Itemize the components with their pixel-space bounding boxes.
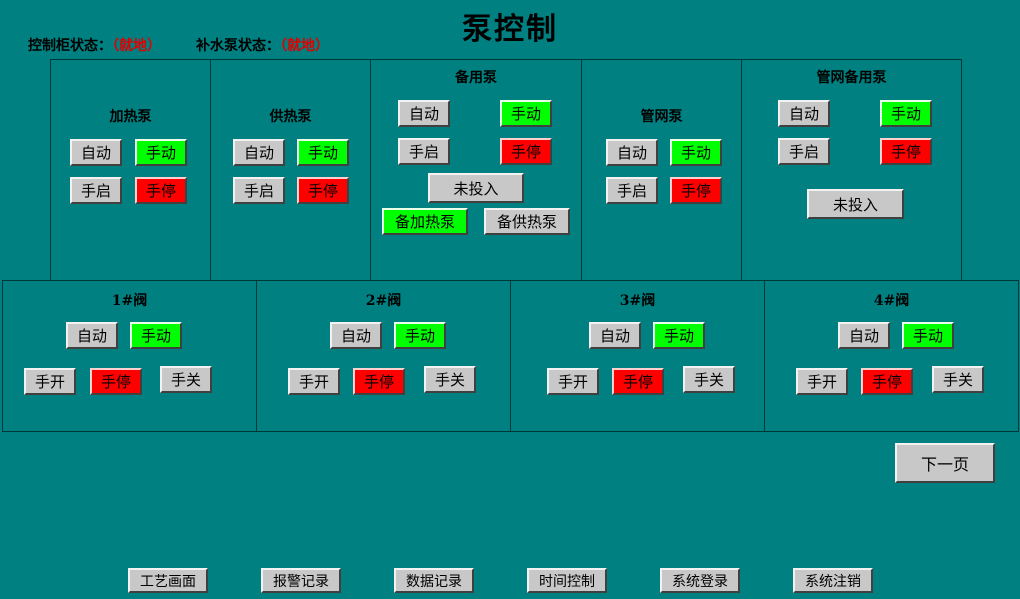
nav-process-screen-button[interactable]: 工艺画面 <box>128 568 208 593</box>
valve-3-auto-button[interactable]: 自动 <box>589 322 641 349</box>
nav-time-control-button[interactable]: 时间控制 <box>527 568 607 593</box>
valve-3-title: 3#阀 <box>619 293 656 309</box>
heating-manual-stop-button[interactable]: 手停 <box>135 177 187 204</box>
backup-manual-start-button[interactable]: 手启 <box>398 138 450 165</box>
supply-pump-title: 供热泵 <box>269 109 312 125</box>
backup-manual-button[interactable]: 手动 <box>500 100 552 127</box>
network-pump-panel: 管网泵 自动 手动 手启 手停 <box>581 59 742 281</box>
cabinet-status-value: （就地） <box>112 38 161 54</box>
heating-auto-button[interactable]: 自动 <box>70 139 122 166</box>
nav-system-login-button[interactable]: 系统登录 <box>660 568 740 593</box>
supply-manual-button[interactable]: 手动 <box>297 139 349 166</box>
valve-2-manual-button[interactable]: 手动 <box>394 322 446 349</box>
next-page-button[interactable]: 下一页 <box>895 443 995 483</box>
valve-2-manual-close-button[interactable]: 手关 <box>424 366 476 393</box>
valve-2-panel: 2#阀 自动 手动 手开 手停 手关 <box>256 280 511 432</box>
valve-1-manual-stop-button[interactable]: 手停 <box>90 368 142 395</box>
valve-3-manual-stop-button[interactable]: 手停 <box>612 368 664 395</box>
valve-4-manual-stop-button[interactable]: 手停 <box>861 368 913 395</box>
valve-3-manual-button[interactable]: 手动 <box>653 322 705 349</box>
network-backup-pump-panel: 管网备用泵 自动 手动 手启 手停 未投入 <box>741 59 962 281</box>
heating-pump-title: 加热泵 <box>109 109 152 125</box>
valve-4-auto-button[interactable]: 自动 <box>838 322 890 349</box>
network-backup-not-engaged-button[interactable]: 未投入 <box>807 189 904 219</box>
network-backup-manual-start-button[interactable]: 手启 <box>778 138 830 165</box>
valve-1-title: 1#阀 <box>111 293 148 309</box>
network-manual-start-button[interactable]: 手启 <box>606 177 658 204</box>
valve-1-manual-button[interactable]: 手动 <box>130 322 182 349</box>
heating-manual-start-button[interactable]: 手启 <box>70 177 122 204</box>
network-pump-title: 管网泵 <box>640 109 683 125</box>
supply-manual-start-button[interactable]: 手启 <box>233 177 285 204</box>
valve-1-manual-close-button[interactable]: 手关 <box>160 366 212 393</box>
cabinet-status-label: 控制柜状态： <box>28 38 112 54</box>
cabinet-status: 控制柜状态：（就地） <box>28 35 161 55</box>
valve-2-title: 2#阀 <box>365 293 402 309</box>
network-backup-auto-button[interactable]: 自动 <box>778 100 830 127</box>
network-auto-button[interactable]: 自动 <box>606 139 658 166</box>
valve-4-manual-close-button[interactable]: 手关 <box>932 366 984 393</box>
valve-2-auto-button[interactable]: 自动 <box>330 322 382 349</box>
backup-supply-pump-button[interactable]: 备供热泵 <box>484 208 570 235</box>
refill-pump-status: 补水泵状态：（就地） <box>196 35 329 55</box>
network-manual-stop-button[interactable]: 手停 <box>670 177 722 204</box>
valve-4-manual-button[interactable]: 手动 <box>902 322 954 349</box>
valve-4-title: 4#阀 <box>873 293 910 309</box>
nav-data-log-button[interactable]: 数据记录 <box>394 568 474 593</box>
supply-pump-panel: 供热泵 自动 手动 手启 手停 <box>210 59 371 281</box>
valve-1-manual-open-button[interactable]: 手开 <box>24 368 76 395</box>
valve-1-auto-button[interactable]: 自动 <box>66 322 118 349</box>
refill-pump-status-value: （就地） <box>280 38 329 54</box>
backup-manual-stop-button[interactable]: 手停 <box>500 138 552 165</box>
valve-1-panel: 1#阀 自动 手动 手开 手停 手关 <box>2 280 257 432</box>
nav-system-logout-button[interactable]: 系统注销 <box>793 568 873 593</box>
supply-auto-button[interactable]: 自动 <box>233 139 285 166</box>
supply-manual-stop-button[interactable]: 手停 <box>297 177 349 204</box>
valve-4-panel: 4#阀 自动 手动 手开 手停 手关 <box>764 280 1019 432</box>
refill-pump-status-label: 补水泵状态： <box>196 38 280 54</box>
network-manual-button[interactable]: 手动 <box>670 139 722 166</box>
valve-3-manual-close-button[interactable]: 手关 <box>683 366 735 393</box>
backup-not-engaged-button[interactable]: 未投入 <box>428 173 524 203</box>
network-backup-manual-button[interactable]: 手动 <box>880 100 932 127</box>
heating-manual-button[interactable]: 手动 <box>135 139 187 166</box>
backup-pump-panel: 备用泵 自动 手动 手启 手停 未投入 备加热泵 备供热泵 <box>370 59 582 281</box>
valve-4-manual-open-button[interactable]: 手开 <box>796 368 848 395</box>
heating-pump-panel: 加热泵 自动 手动 手启 手停 <box>50 59 211 281</box>
backup-heating-pump-button[interactable]: 备加热泵 <box>382 208 468 235</box>
valve-2-manual-stop-button[interactable]: 手停 <box>353 368 405 395</box>
valve-3-panel: 3#阀 自动 手动 手开 手停 手关 <box>510 280 765 432</box>
network-backup-manual-stop-button[interactable]: 手停 <box>880 138 932 165</box>
valve-3-manual-open-button[interactable]: 手开 <box>547 368 599 395</box>
backup-pump-title: 备用泵 <box>455 70 497 86</box>
network-backup-pump-title: 管网备用泵 <box>816 70 887 86</box>
valve-2-manual-open-button[interactable]: 手开 <box>288 368 340 395</box>
backup-auto-button[interactable]: 自动 <box>398 100 450 127</box>
nav-alarm-log-button[interactable]: 报警记录 <box>261 568 341 593</box>
